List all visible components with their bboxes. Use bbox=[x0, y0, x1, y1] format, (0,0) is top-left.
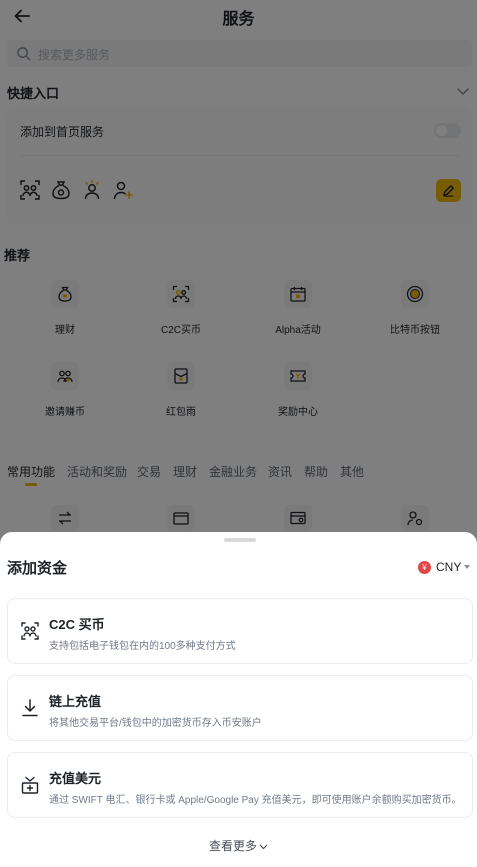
view-more-link[interactable]: 查看更多 bbox=[0, 837, 477, 854]
option-description: 通过 SWIFT 电汇、银行卡或 Apple/Google Pay 充值美元，即… bbox=[49, 795, 462, 806]
option-deposit-usd[interactable]: 充值美元 通过 SWIFT 电汇、银行卡或 Apple/Google Pay 充… bbox=[7, 752, 473, 818]
cny-flag-icon: ¥ bbox=[418, 561, 431, 574]
option-description: 支持包括电子钱包在内的100多种支付方式 bbox=[49, 641, 236, 652]
add-funds-sheet: 添加资金 ¥ CNY C2C 买币 支持包括电子钱包在内的100多种支付方式 链… bbox=[0, 532, 477, 867]
caret-down-icon bbox=[464, 565, 470, 569]
option-title: 链上充值 bbox=[49, 694, 102, 709]
currency-code: CNY bbox=[436, 560, 462, 574]
download-icon bbox=[22, 699, 38, 717]
chevron-down-icon bbox=[259, 844, 268, 850]
deposit-cash-icon bbox=[21, 776, 39, 794]
option-onchain-deposit[interactable]: 链上充值 将其他交易平台/钱包中的加密货币存入币安账户 bbox=[7, 675, 473, 741]
drag-handle[interactable] bbox=[224, 538, 256, 542]
option-description: 将其他交易平台/钱包中的加密货币存入币安账户 bbox=[49, 718, 262, 729]
view-more-label: 查看更多 bbox=[208, 839, 257, 853]
currency-selector[interactable]: ¥ CNY bbox=[418, 560, 472, 576]
sheet-title: 添加资金 bbox=[7, 560, 68, 577]
option-c2c-buy[interactable]: C2C 买币 支持包括电子钱包在内的100多种支付方式 bbox=[7, 598, 473, 664]
option-title: C2C 买币 bbox=[49, 617, 105, 632]
c2c-users-icon bbox=[21, 622, 39, 640]
option-title: 充值美元 bbox=[49, 771, 102, 786]
